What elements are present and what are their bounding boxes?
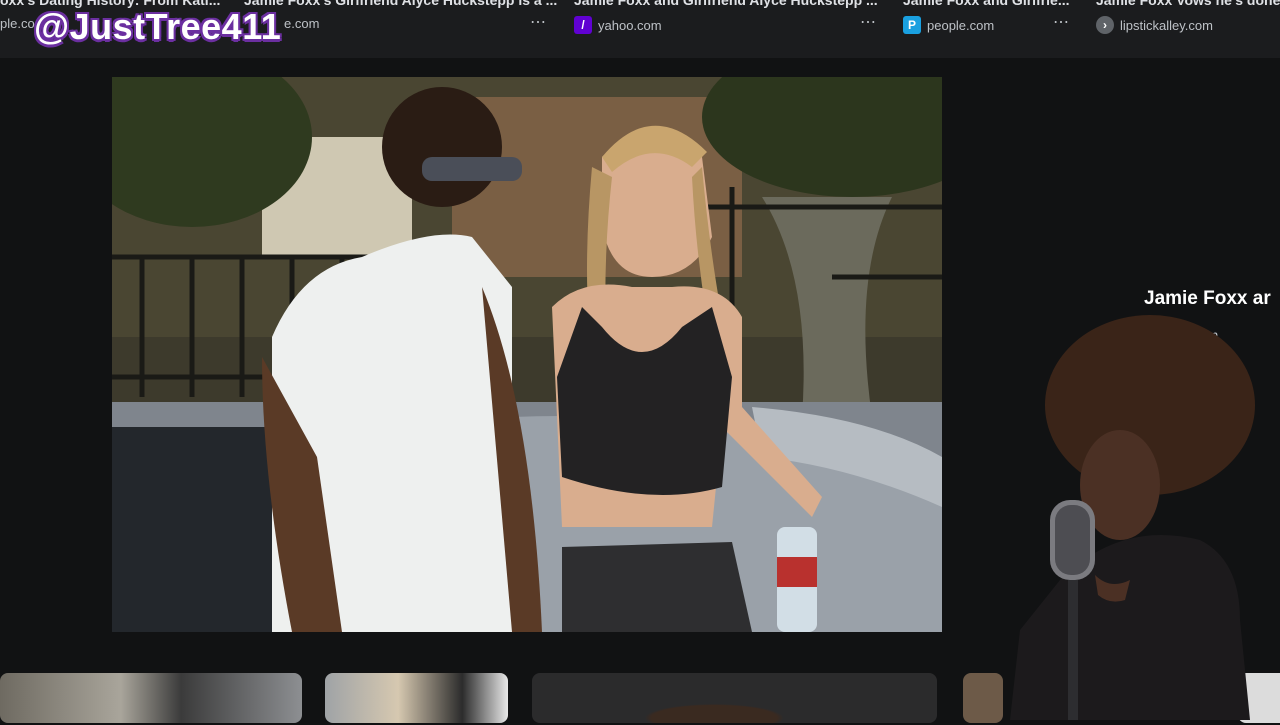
related-thumbnail[interactable] [0, 673, 302, 723]
result-source-label: yahoo.com [598, 17, 662, 33]
more-options-icon[interactable]: ⋯ [1053, 12, 1070, 32]
result-card-3[interactable]: Jamie Foxx and Girlfriend Alyce Huckstep… [574, 0, 884, 58]
result-source-label: lipstickalley.com [1120, 17, 1213, 33]
result-source: P people.com [903, 16, 994, 34]
result-title[interactable]: Jamie Foxx's Girlfriend Alyce Huckstepp … [244, 0, 557, 8]
related-thumbnail[interactable] [325, 673, 508, 723]
result-source: / yahoo.com [574, 16, 662, 34]
result-title[interactable]: Jamie Foxx and Girlfrie... [903, 0, 1070, 8]
result-source-label: e.com [284, 16, 320, 31]
more-options-icon[interactable]: ⋯ [530, 12, 547, 32]
result-card-4[interactable]: Jamie Foxx and Girlfrie... P people.com … [903, 0, 1083, 58]
more-options-icon[interactable]: ⋯ [860, 12, 877, 32]
result-card-2[interactable]: Jamie Foxx's Girlfriend Alyce Huckstepp … [244, 0, 557, 58]
photo-illustration [112, 77, 942, 632]
main-preview-image[interactable] [112, 77, 942, 632]
lipstickalley-icon: › [1096, 16, 1114, 34]
webcam-overlay [1000, 300, 1280, 720]
result-source: e.com [284, 16, 319, 31]
result-title[interactable]: Jamie Foxx and Girlfriend Alyce Huckstep… [574, 0, 878, 8]
result-source: › lipstickalley.com [1096, 16, 1213, 34]
related-thumbnail[interactable] [963, 673, 1003, 723]
yahoo-icon: / [574, 16, 592, 34]
host-illustration [1010, 315, 1255, 720]
channel-watermark: @JustTree411 [34, 6, 282, 47]
result-source-label: people.com [927, 17, 995, 33]
people-icon: P [903, 16, 921, 34]
result-card-5[interactable]: Jamie Foxx Vows he's done ... › lipstick… [1096, 0, 1280, 58]
result-title[interactable]: Jamie Foxx Vows he's done ... [1096, 0, 1280, 8]
related-thumbnail[interactable] [532, 673, 937, 723]
